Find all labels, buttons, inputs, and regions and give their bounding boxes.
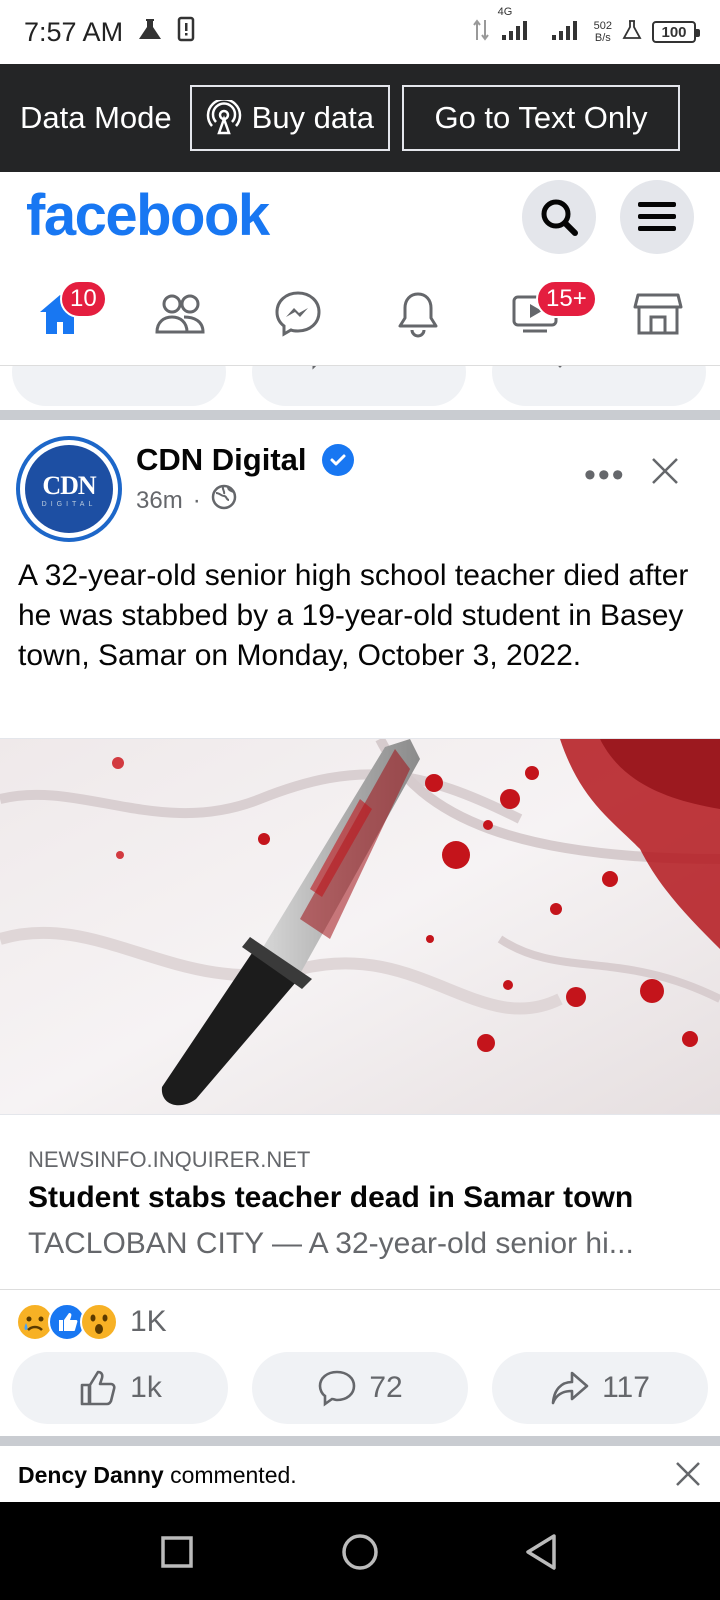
text-only-label: Go to Text Only (434, 100, 648, 135)
watch-badge: 15+ (536, 280, 597, 318)
previous-post-actions: 1K 213 4 (0, 366, 720, 410)
like-count: 1k (130, 1371, 162, 1404)
buy-data-button[interactable]: Buy data (189, 85, 391, 151)
tab-messenger[interactable] (258, 282, 338, 346)
notification-action: commented. (163, 1462, 297, 1488)
back-button[interactable] (524, 1533, 558, 1576)
app-header: facebook (0, 172, 720, 262)
page-name[interactable]: CDN Digital (136, 442, 307, 478)
wow-reaction-icon (80, 1303, 118, 1341)
data-mode-label: Data Mode (20, 100, 172, 135)
dismiss-notification-button[interactable] (674, 1460, 702, 1493)
prev-like-button[interactable]: 1K (12, 366, 226, 406)
friends-icon (155, 294, 205, 334)
link-preview[interactable]: NEWSINFO.INQUIRER.NET Student stabs teac… (0, 1114, 720, 1290)
post-header: CDN DIGITAL CDN Digital 36m · ••• (0, 420, 720, 550)
marketplace-icon (633, 293, 683, 335)
hamburger-icon (638, 202, 676, 231)
reactions-summary[interactable]: 1K (16, 1300, 167, 1344)
close-icon (676, 1462, 700, 1486)
avatar-text: CDN (42, 470, 96, 500)
avatar-subtext: DIGITAL (41, 500, 97, 508)
post-actions: 1k 72 117 (0, 1352, 720, 1430)
comment-icon (308, 366, 344, 382)
network-speed: 502 B/s (594, 20, 612, 44)
search-icon (541, 199, 578, 236)
triangle-back-icon (526, 1534, 556, 1570)
hide-post-button[interactable] (650, 456, 680, 491)
flask-icon (137, 17, 163, 48)
search-button[interactable] (522, 180, 596, 254)
facebook-logo[interactable]: facebook (26, 182, 270, 249)
commenter-name: Dency Danny (18, 1462, 164, 1488)
notification-text: Dency Danny commented. (18, 1462, 297, 1489)
like-button[interactable]: 1k (12, 1352, 228, 1424)
recents-button[interactable] (160, 1535, 194, 1574)
home-button[interactable] (340, 1532, 380, 1577)
post-text: A 32-year-old senior high school teacher… (18, 559, 689, 672)
menu-button[interactable] (620, 180, 694, 254)
post-time[interactable]: 36m (136, 487, 183, 515)
speed-value: 502 (593, 20, 612, 32)
status-bar: 7:57 AM 4G 502 B/s 100 (0, 0, 720, 64)
speed-unit: B/s (594, 32, 611, 44)
prev-share-count: 4 (610, 366, 627, 368)
bell-icon (398, 292, 438, 338)
comment-button[interactable]: 72 (252, 1352, 468, 1424)
post-divider (0, 410, 720, 420)
phone-alert-icon (177, 16, 195, 49)
tab-friends[interactable] (140, 282, 220, 346)
globe-icon (211, 484, 237, 517)
cdn-logo: CDN DIGITAL (25, 445, 113, 533)
square-icon (161, 1536, 193, 1568)
verified-badge-icon (322, 444, 354, 476)
prev-share-button[interactable]: 4 (492, 366, 706, 406)
page-avatar[interactable]: CDN DIGITAL (16, 436, 122, 542)
prev-like-count: 1K (128, 366, 165, 368)
post-meta: 36m · (136, 484, 237, 517)
system-nav-bar (0, 1502, 720, 1600)
tab-notifications[interactable] (378, 282, 458, 346)
post-image[interactable] (0, 738, 720, 1114)
network-type: 4G (497, 5, 513, 18)
comment-notification[interactable]: Dency Danny commented. (0, 1446, 720, 1502)
comment-count: 72 (369, 1371, 403, 1404)
link-description: TACLOBAN CITY — A 32-year-old senior hi.… (28, 1227, 634, 1260)
prev-comment-count: 213 (356, 366, 406, 368)
signal-icon-2 (550, 18, 584, 47)
reaction-count: 1K (130, 1305, 167, 1338)
link-domain: NEWSINFO.INQUIRER.NET (28, 1147, 311, 1172)
link-title: Student stabs teacher dead in Samar town (28, 1181, 634, 1214)
lab-icon (622, 19, 642, 46)
signal-icon: 4G (498, 6, 540, 47)
broadcast-icon (206, 100, 241, 135)
tab-marketplace[interactable] (618, 282, 698, 346)
share-icon (558, 366, 598, 379)
share-count: 117 (602, 1371, 650, 1404)
thumbs-up-icon (80, 1370, 116, 1406)
meta-dot: · (192, 486, 201, 514)
circle-icon (342, 1534, 378, 1570)
data-mode-bar: Data Mode Buy data Go to Text Only (0, 64, 720, 172)
text-only-button[interactable]: Go to Text Only (402, 85, 681, 151)
tab-home[interactable]: 10 (20, 280, 107, 346)
prev-comment-button[interactable]: 213 (252, 366, 466, 406)
buy-data-label: Buy data (251, 100, 375, 135)
post-more-button[interactable]: ••• (584, 456, 626, 495)
post-divider-2 (0, 1436, 720, 1446)
messenger-icon (275, 291, 321, 337)
battery-indicator: 100 (652, 21, 700, 43)
data-arrows-icon (472, 18, 490, 47)
status-time: 7:57 AM (24, 16, 124, 47)
comment-icon (319, 1370, 356, 1407)
tab-watch[interactable]: 15+ (496, 280, 597, 346)
close-icon (652, 458, 678, 484)
share-icon (551, 1371, 589, 1405)
tab-bar: 10 15+ (0, 262, 720, 366)
home-badge: 10 (60, 280, 107, 318)
knife-photo (0, 739, 720, 1114)
share-button[interactable]: 117 (492, 1352, 708, 1424)
